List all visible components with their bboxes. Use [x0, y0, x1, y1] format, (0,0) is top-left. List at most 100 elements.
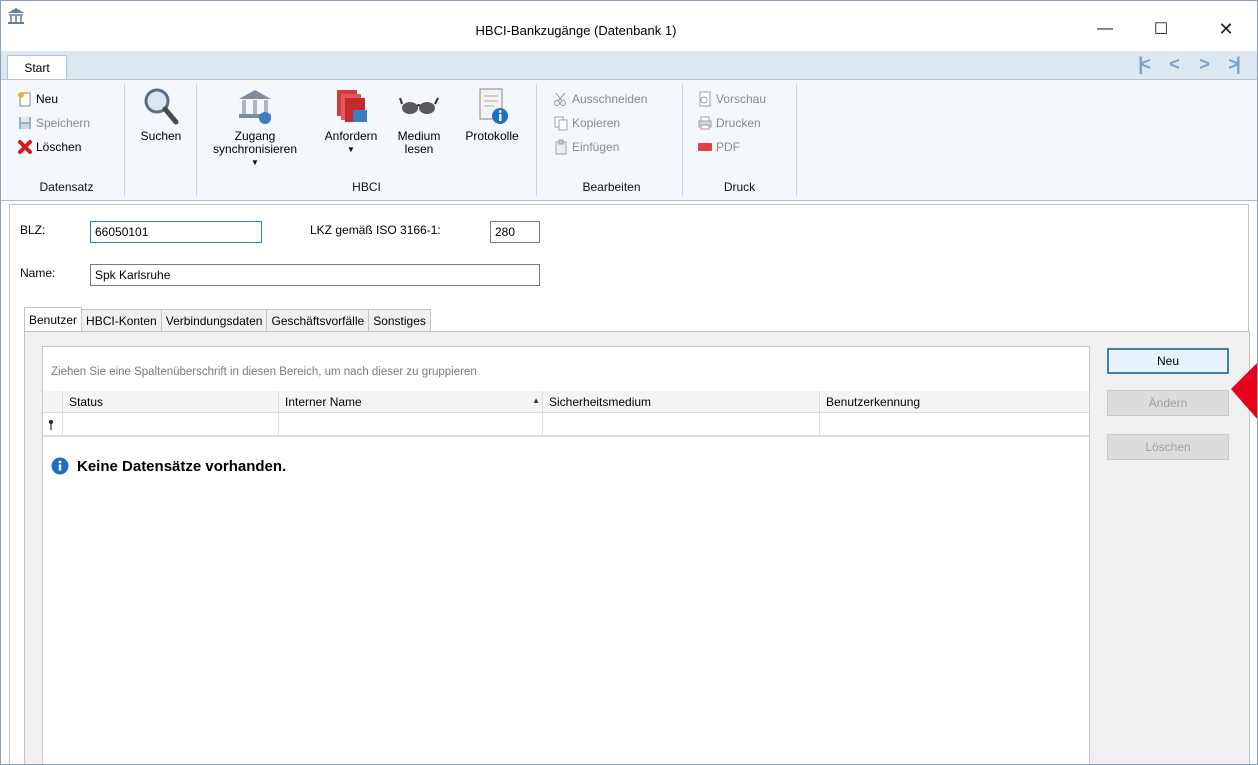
filter-cell-status[interactable]	[63, 413, 279, 435]
blz-label: BLZ:	[20, 223, 46, 237]
lkz-label: LKZ gemäß ISO 3166-1:	[310, 223, 441, 237]
save-button[interactable]: Speichern	[17, 112, 90, 134]
filter-cell-benutzerkennung[interactable]	[820, 413, 1090, 435]
next-record-icon[interactable]: >	[1191, 53, 1215, 75]
read-medium-button[interactable]: Medium lesen	[389, 86, 449, 156]
grid-header: Status Interner Name ▲ Sicherheitsmedium…	[43, 391, 1089, 413]
request-label: Anfordern	[324, 129, 378, 143]
printer-icon	[698, 116, 712, 130]
first-record-icon[interactable]: |<	[1131, 53, 1155, 75]
scissors-icon	[554, 92, 566, 106]
paste-clipboard-icon	[555, 139, 567, 155]
copy-icon	[554, 116, 568, 131]
ribbon-group-hbci: Zugang synchronisieren ▼ Anfordern ▼ Med…	[197, 84, 537, 196]
header-indicator-cell	[43, 391, 63, 412]
filter-cell-interner-name[interactable]	[279, 413, 543, 435]
grid-filter-row	[43, 413, 1089, 437]
new-record-button[interactable]: Neu	[17, 88, 58, 110]
preview-icon	[699, 91, 711, 107]
glasses-icon	[399, 97, 439, 114]
delete-user-button[interactable]: Löschen	[1107, 434, 1229, 460]
tab-hbci-konten[interactable]: HBCI-Konten	[81, 309, 162, 332]
name-input[interactable]: Spk Karlsruhe	[90, 264, 540, 286]
pdf-label: PDF	[716, 140, 740, 154]
ribbon-group-druck: Vorschau Drucken PDF Druck	[683, 84, 797, 196]
tab-benutzer[interactable]: Benutzer	[24, 307, 83, 332]
info-icon	[51, 457, 69, 475]
filter-cell-sicherheitsmedium[interactable]	[543, 413, 820, 435]
logs-label: Protokolle	[465, 129, 519, 143]
ribbon-tab-start[interactable]: Start	[7, 55, 67, 80]
group-label-druck: Druck	[723, 180, 756, 194]
preview-button[interactable]: Vorschau	[697, 88, 766, 110]
edit-user-button[interactable]: Ändern	[1107, 390, 1229, 416]
cut-button[interactable]: Ausschneiden	[553, 88, 647, 110]
print-label: Drucken	[716, 116, 761, 130]
tab-sonstiges[interactable]: Sonstiges	[368, 309, 431, 332]
title-bar: HBCI-Bankzugänge (Datenbank 1) — ☐ ✕	[1, 1, 1257, 49]
minimize-button[interactable]: —	[1085, 15, 1125, 43]
column-header-benutzerkennung[interactable]: Benutzerkennung	[820, 391, 1090, 412]
group-by-hint[interactable]: Ziehen Sie eine Spaltenüberschrift in di…	[43, 347, 1089, 391]
delete-x-icon	[18, 140, 32, 154]
pdf-button[interactable]: PDF	[697, 136, 740, 158]
window-title: HBCI-Bankzugänge (Datenbank 1)	[475, 23, 677, 38]
new-record-label: Neu	[36, 92, 59, 106]
chevron-down-icon: ▼	[347, 145, 355, 154]
name-label: Name:	[20, 266, 56, 280]
ribbon-tab-row: Start |< < > >|	[1, 51, 1257, 80]
bank-sync-icon	[239, 90, 271, 124]
read-medium-label-2: lesen	[404, 142, 434, 156]
close-button[interactable]: ✕	[1206, 15, 1246, 43]
ribbon-group-suchen: Suchen	[125, 84, 197, 196]
log-info-icon	[479, 88, 508, 124]
record-navigation: |< < > >|	[1131, 53, 1245, 75]
new-user-button[interactable]: Neu	[1107, 348, 1229, 374]
column-header-interner-name-label: Interner Name	[285, 395, 362, 409]
ribbon-group-bearbeiten: Ausschneiden Kopieren Einfügen Bearbeite…	[541, 84, 683, 196]
group-label-bearbeiten: Bearbeiten	[582, 180, 641, 194]
annotation-arrow-icon	[1231, 363, 1257, 419]
search-label: Suchen	[140, 129, 182, 143]
pdf-icon	[698, 143, 712, 151]
sort-ascending-icon: ▲	[532, 396, 540, 405]
lkz-input[interactable]: 280	[490, 221, 540, 243]
group-label-datensatz: Datensatz	[39, 180, 94, 194]
tab-verbindungsdaten[interactable]: Verbindungsdaten	[160, 309, 268, 332]
delete-label: Löschen	[36, 140, 82, 154]
app-window: HBCI-Bankzugänge (Datenbank 1) — ☐ ✕ Sta…	[0, 0, 1258, 765]
ribbon: Neu Speichern Löschen Datensatz Suchen Z…	[1, 79, 1257, 201]
users-grid: Ziehen Sie eine Spaltenüberschrift in di…	[42, 346, 1090, 764]
copy-label: Kopieren	[572, 116, 621, 130]
chevron-down-icon: ▼	[251, 158, 259, 167]
paste-label: Einfügen	[572, 140, 620, 154]
ribbon-group-datensatz: Neu Speichern Löschen Datensatz	[9, 84, 125, 196]
copy-button[interactable]: Kopieren	[553, 112, 620, 134]
tab-geschaeftsvorfaelle[interactable]: Geschäftsvorfälle	[266, 309, 370, 332]
magnifier-icon	[144, 88, 179, 125]
previous-record-icon[interactable]: <	[1161, 53, 1185, 75]
blz-input[interactable]: 66050101	[90, 221, 262, 243]
sync-access-button[interactable]: Zugang synchronisieren ▼	[201, 86, 309, 169]
group-label-hbci: HBCI	[352, 180, 381, 194]
paste-button[interactable]: Einfügen	[553, 136, 619, 158]
column-header-interner-name[interactable]: Interner Name ▲	[279, 391, 543, 412]
delete-record-button[interactable]: Löschen	[17, 136, 81, 158]
logs-button[interactable]: Protokolle	[455, 86, 529, 143]
sync-access-label-2: synchronisieren	[212, 142, 298, 156]
request-button[interactable]: Anfordern ▼	[319, 86, 383, 156]
search-button[interactable]: Suchen	[133, 86, 189, 143]
filter-indicator-cell	[43, 413, 63, 435]
empty-grid-text: Keine Datensätze vorhanden.	[77, 457, 287, 475]
filter-pin-icon	[49, 420, 53, 430]
cut-label: Ausschneiden	[572, 92, 648, 106]
new-document-icon	[18, 92, 31, 107]
print-button[interactable]: Drucken	[697, 112, 761, 134]
maximize-button[interactable]: ☐	[1141, 15, 1181, 43]
column-header-status[interactable]: Status	[63, 391, 279, 412]
content-panel: BLZ: 66050101 LKZ gemäß ISO 3166-1: 280 …	[9, 204, 1250, 764]
save-disk-icon	[19, 117, 31, 129]
last-record-icon[interactable]: >|	[1221, 53, 1245, 75]
save-label: Speichern	[36, 116, 91, 130]
column-header-sicherheitsmedium[interactable]: Sicherheitsmedium	[543, 391, 820, 412]
